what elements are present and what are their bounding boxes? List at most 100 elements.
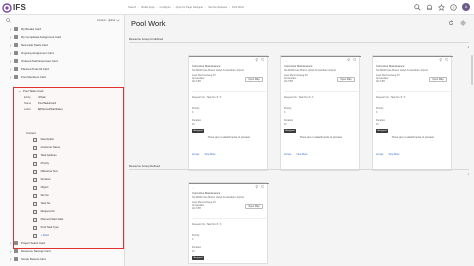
scrollbar[interactable] <box>471 55 473 85</box>
content-field[interactable]: Milestone Text <box>33 170 58 174</box>
content-field[interactable]: Customer Name <box>33 146 60 150</box>
breadcrumb-item[interactable]: Model Apps <box>141 6 155 9</box>
more-icon[interactable]: ... <box>284 59 287 63</box>
chevron-down-icon[interactable] <box>116 19 120 22</box>
star-icon[interactable] <box>438 3 445 11</box>
more-icon[interactable]: ... <box>192 59 195 63</box>
content-field[interactable]: Task Address <box>33 154 57 158</box>
content-field[interactable]: Pool Task Type <box>33 226 59 230</box>
collapse-icon[interactable] <box>18 90 21 93</box>
tree-item[interactable]: New Help Tasks Card <box>0 42 125 48</box>
pool-task-card[interactable]: ... Corrective Maintenance NL10026 Ace B… <box>372 55 453 171</box>
accept-button[interactable]: Accept <box>376 153 383 156</box>
group-count: 1 <box>467 173 469 176</box>
content-section-label[interactable]: Content <box>26 131 36 135</box>
breadcrumb-item[interactable]: Apps for Page Designer <box>176 6 204 9</box>
more-icon[interactable]: ... <box>376 59 379 63</box>
field-icon <box>33 226 37 230</box>
content-field[interactable]: Duration <box>33 178 51 182</box>
expand-icon[interactable] <box>9 241 12 245</box>
pin-icon[interactable] <box>255 185 259 189</box>
logo-text: IFS <box>13 3 27 12</box>
favorite-icon[interactable] <box>260 58 265 62</box>
bell-icon[interactable] <box>426 4 433 11</box>
pin-icon[interactable] <box>439 58 443 62</box>
search-icon[interactable] <box>6 18 11 23</box>
expand-icon[interactable] <box>9 51 12 55</box>
tree-item[interactable]: My Breaks Card <box>0 26 125 32</box>
tree-item[interactable]: Project Select Card <box>0 240 125 246</box>
content-field[interactable]: Wo No <box>33 194 49 198</box>
ifs-logo[interactable]: IFS <box>2 2 26 13</box>
card-icon <box>14 249 18 253</box>
view-more-link[interactable]: View More <box>388 153 399 156</box>
breadcrumb-item[interactable]: Service Request <box>208 6 227 9</box>
pin-icon[interactable] <box>255 58 259 62</box>
tree-item[interactable]: Resource Savings Card <box>0 248 125 254</box>
tree-item[interactable]: Ongoing Assignment Card <box>0 50 125 56</box>
tree-item[interactable]: Ordered Task Expenses Card <box>0 58 125 64</box>
tree-item-label: New Help Tasks Card <box>21 43 48 47</box>
duration-label: Duration <box>192 119 202 122</box>
tree-item[interactable]: Pool Members Card <box>0 74 125 80</box>
pool-task-card[interactable]: ... Corrective Maintenance NL10026 Ace B… <box>280 55 361 171</box>
accept-button[interactable]: Accept <box>192 153 199 156</box>
favorite-icon[interactable] <box>444 58 449 62</box>
expand-icon[interactable] <box>9 249 12 253</box>
open-map-button[interactable]: Open Map <box>245 77 263 82</box>
expand-icon[interactable] <box>9 43 12 47</box>
content-field[interactable]: Task No <box>33 202 50 206</box>
card-icon <box>14 67 18 71</box>
content-field[interactable]: Object <box>33 186 48 190</box>
content-field[interactable]: Planned Start Date <box>33 218 63 222</box>
expand-icon[interactable] <box>9 75 12 79</box>
tree-item[interactable]: My Completed Assignment Card <box>0 34 125 40</box>
refresh-icon[interactable] <box>448 20 454 26</box>
expand-icon[interactable] <box>9 27 12 31</box>
expand-icon[interactable] <box>9 257 12 261</box>
group-header[interactable]: Resource Group Undefined <box>129 37 163 41</box>
help-icon[interactable]: ? <box>450 3 457 11</box>
more-icon[interactable]: ... <box>192 186 195 190</box>
search-icon[interactable] <box>414 3 421 11</box>
expand-icon[interactable] <box>9 67 12 71</box>
open-map-button[interactable]: Open Map <box>245 204 263 209</box>
field-label: Planned Start Date <box>40 218 64 222</box>
group-header[interactable]: Resource Group Defined <box>129 164 160 168</box>
field-label: Wo No <box>40 194 49 198</box>
view-more-link[interactable]: View More <box>296 153 307 156</box>
expand-icon[interactable] <box>9 59 12 63</box>
field-icon <box>33 194 37 198</box>
priority-value: 3 <box>376 111 378 114</box>
tree-item[interactable]: Scope Review Card <box>0 256 125 262</box>
card-title: Corrective Maintenance <box>376 65 405 68</box>
open-map-button[interactable]: Open Map <box>429 77 447 82</box>
content-field[interactable]: Description <box>33 138 54 142</box>
tree-item-selected[interactable]: Pool Tasks Card <box>18 89 43 93</box>
duration-value: 1h <box>192 123 195 126</box>
content-field[interactable]: Priority <box>33 162 49 166</box>
settings-icon[interactable] <box>460 20 466 26</box>
duration-label: Duration <box>376 119 386 122</box>
pool-task-card[interactable]: ... Corrective Maintenance NL10026 Ace B… <box>188 182 269 264</box>
avatar[interactable]: A <box>462 3 470 11</box>
favorite-icon[interactable] <box>260 185 265 189</box>
breadcrumb-item[interactable]: Configure <box>160 6 171 9</box>
content-field[interactable]: Request No <box>33 210 55 214</box>
breadcrumb-item[interactable]: Pool Work <box>232 6 244 9</box>
expand-icon[interactable] <box>9 35 12 39</box>
breadcrumb: Search › Model Apps › Configure › Apps for … <box>128 5 244 9</box>
accept-button[interactable]: Accept <box>284 153 291 156</box>
view-more-link[interactable]: View More <box>204 153 215 156</box>
content-scope-select[interactable]: Content : global <box>97 19 115 22</box>
pin-icon[interactable] <box>347 58 351 62</box>
field-icon <box>33 210 37 214</box>
favorite-icon[interactable] <box>352 58 357 62</box>
property-value: PoolTasksCard <box>38 102 57 105</box>
card-icon <box>14 241 18 245</box>
open-map-button[interactable]: Open Map <box>337 77 355 82</box>
pool-task-card[interactable]: ... Corrective Maintenance NL10026 Ace B… <box>188 55 269 171</box>
add-field-button[interactable]: + Field <box>33 234 49 238</box>
breadcrumb-item[interactable]: Search <box>128 6 136 9</box>
tree-item[interactable]: Planned Tools fill Card <box>0 66 125 72</box>
